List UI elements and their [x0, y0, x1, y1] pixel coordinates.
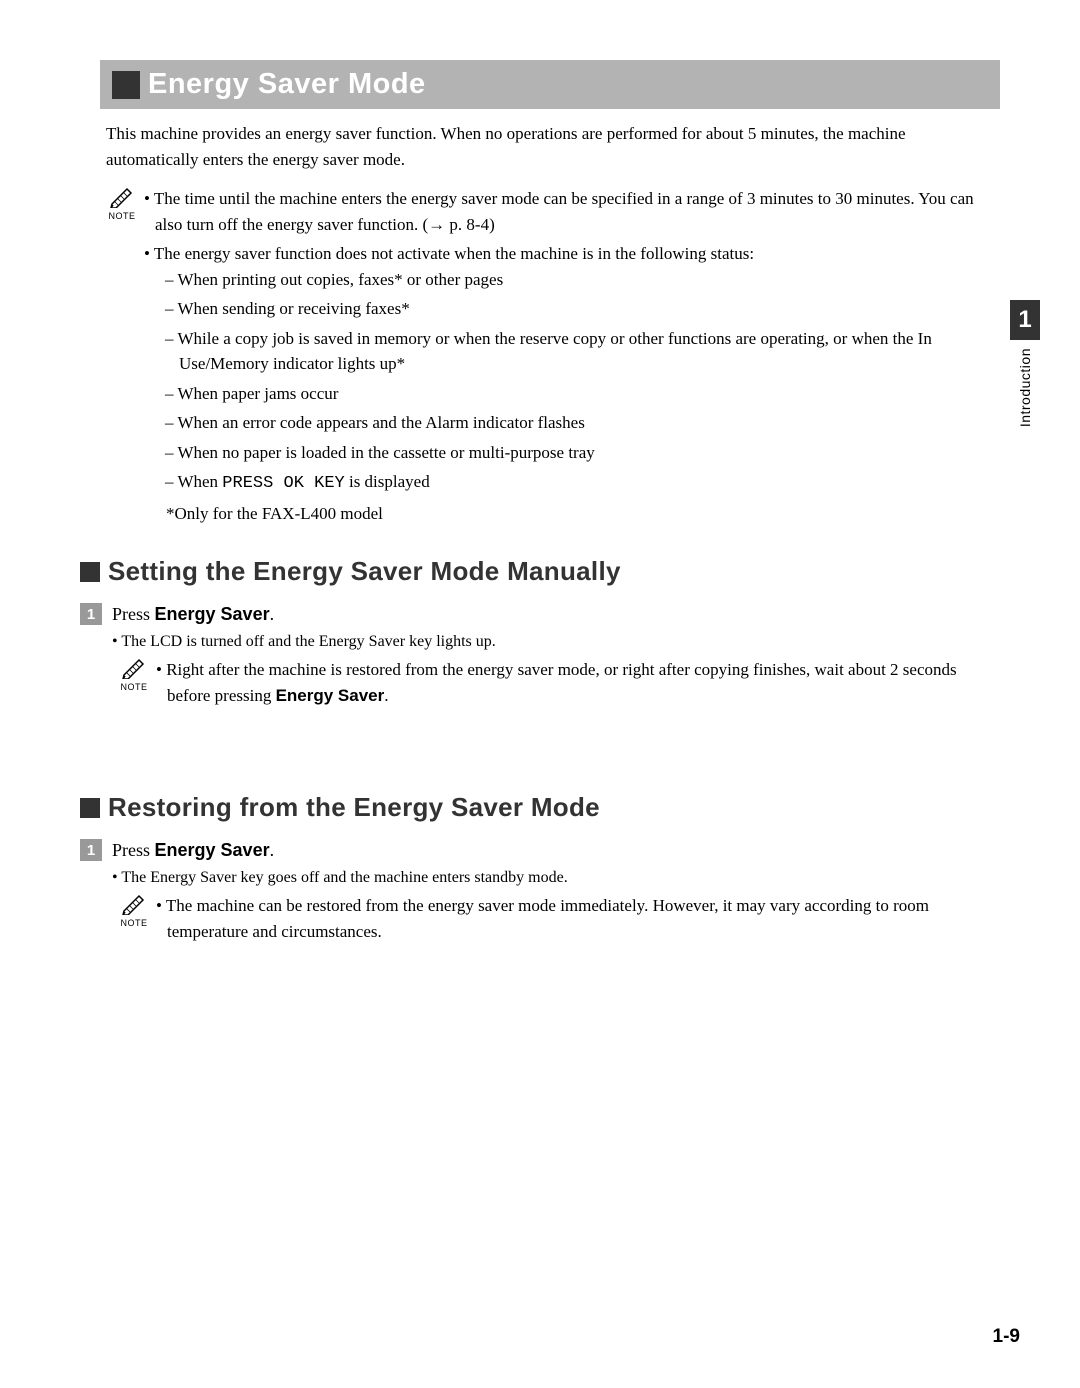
side-tab: 1 Introduction: [1010, 300, 1040, 427]
section2-step: 1 Press Energy Saver.: [80, 839, 1000, 861]
note-icon-col: NOTE: [100, 186, 144, 221]
note1-footnote: *Only for the FAX-L400 model: [155, 501, 1000, 527]
note-content-1: The time until the machine enters the en…: [144, 186, 1000, 530]
pencil-icon: [121, 893, 147, 915]
title-bar-text: Energy Saver Mode: [148, 68, 426, 101]
section1-note-item: Right after the machine is restored from…: [156, 657, 1000, 708]
title-bar: Energy Saver Mode: [100, 60, 1000, 109]
note-block-1: NOTE The time until the machine enters t…: [100, 186, 1000, 530]
note-label: NOTE: [100, 211, 144, 221]
note-label-2: NOTE: [112, 682, 156, 692]
pencil-icon: [109, 186, 135, 208]
note-icon-col-3: NOTE: [112, 893, 156, 928]
section1-note-content: Right after the machine is restored from…: [156, 657, 1000, 712]
note-label-3: NOTE: [112, 918, 156, 928]
section2-heading-text: Restoring from the Energy Saver Mode: [108, 792, 600, 823]
note1-sub7: When PRESS OK KEY is displayed: [155, 469, 1000, 497]
note1-item2: The energy saver function does not activ…: [144, 241, 1000, 526]
page-content: Energy Saver Mode This machine provides …: [0, 0, 1080, 1388]
title-bar-marker: [112, 71, 140, 99]
note1-item1: The time until the machine enters the en…: [144, 186, 1000, 237]
pencil-icon: [121, 657, 147, 679]
section1-note: NOTE Right after the machine is restored…: [112, 657, 1000, 712]
section1-heading: Setting the Energy Saver Mode Manually: [80, 556, 1000, 587]
note1-sub2: When sending or receiving faxes*: [155, 296, 1000, 322]
step-number-1: 1: [80, 603, 102, 625]
section2-bullet: The Energy Saver key goes off and the ma…: [112, 869, 1000, 887]
note1-sub3: While a copy job is saved in memory or w…: [155, 326, 1000, 377]
note1-sub1: When printing out copies, faxes* or othe…: [155, 267, 1000, 293]
section1-bullet: The LCD is turned off and the Energy Sav…: [112, 633, 1000, 651]
note1-sub5: When an error code appears and the Alarm…: [155, 410, 1000, 436]
side-tab-label: Introduction: [1017, 348, 1033, 427]
side-tab-number: 1: [1010, 300, 1040, 340]
page-number: 1-9: [993, 1326, 1020, 1348]
intro-paragraph: This machine provides an energy saver fu…: [106, 121, 1000, 172]
section1-step-text: Press Energy Saver.: [112, 604, 274, 625]
note1-sub4: When paper jams occur: [155, 381, 1000, 407]
section1-step: 1 Press Energy Saver.: [80, 603, 1000, 625]
note-icon-col-2: NOTE: [112, 657, 156, 692]
section1-heading-text: Setting the Energy Saver Mode Manually: [108, 556, 621, 587]
section2-note-content: The machine can be restored from the ene…: [156, 893, 1000, 948]
section-marker: [80, 562, 100, 582]
section2-note: NOTE The machine can be restored from th…: [112, 893, 1000, 948]
section2-note-item: The machine can be restored from the ene…: [156, 893, 1000, 944]
note1-sub6: When no paper is loaded in the cassette …: [155, 440, 1000, 466]
section-marker-2: [80, 798, 100, 818]
section2-step-text: Press Energy Saver.: [112, 840, 274, 861]
step-number-2: 1: [80, 839, 102, 861]
section2-heading: Restoring from the Energy Saver Mode: [80, 792, 1000, 823]
